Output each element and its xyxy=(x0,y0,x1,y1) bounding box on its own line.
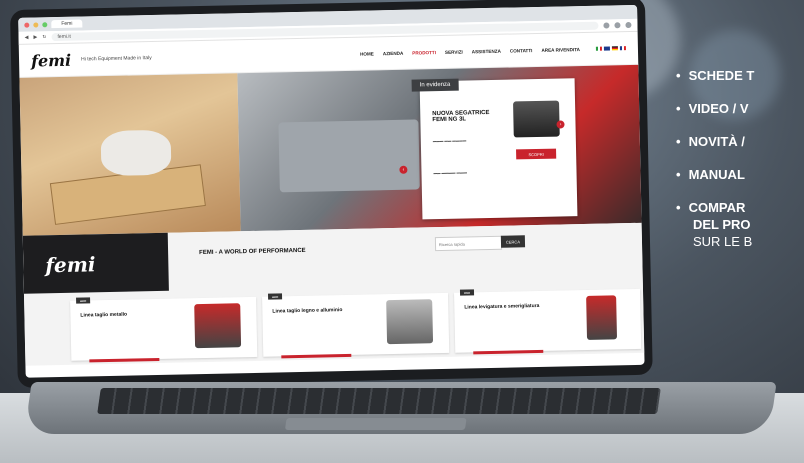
featured-product-button[interactable]: SCOPRI xyxy=(516,148,557,160)
feature-text: COMPAR xyxy=(688,200,746,215)
card-title: Linea taglio legno e alluminio xyxy=(272,307,343,315)
back-icon[interactable]: ◀ xyxy=(25,35,29,41)
card-title: Linea levigatura e smerigliatura xyxy=(464,302,540,311)
section-title: FEMI - A WORLD OF PERFORMANCE xyxy=(199,247,306,257)
featured-product-card: In evidenza NUOVA SEGATRICE FEMI NG 3L ▬… xyxy=(411,78,578,220)
nav-item-contatti[interactable]: CONTATTI xyxy=(510,48,533,53)
flag-en-icon[interactable] xyxy=(603,46,610,51)
card-accent-bar xyxy=(473,349,544,355)
card-image xyxy=(386,299,434,345)
card-image xyxy=(194,303,242,349)
feature-item-cont: SUR LE B xyxy=(676,234,754,249)
category-card-wood[interactable]: ▬▬ Linea taglio legno e alluminio xyxy=(262,292,450,359)
metal-machine xyxy=(278,119,420,193)
card-tag: ▬▬ xyxy=(267,293,283,300)
feature-item: • COMPAR xyxy=(676,200,746,215)
featured-product-image[interactable] xyxy=(513,100,560,138)
nav-item-area-rivendita[interactable]: AREA RIVENDITA xyxy=(541,47,580,53)
featured-product-desc: ▬▬▬ ▬▬ ▬▬▬▬ xyxy=(432,138,467,144)
window-close-icon[interactable] xyxy=(24,22,30,28)
window-minimize-icon[interactable] xyxy=(33,21,39,28)
site-tagline: Hi tech Equipment Made in Italy xyxy=(81,55,152,63)
feature-item-cont: DEL PRO xyxy=(676,217,754,232)
window-maximize-icon[interactable] xyxy=(42,21,48,27)
flag-fr-icon[interactable] xyxy=(619,46,626,51)
nav-item-home[interactable]: HOME xyxy=(360,51,374,56)
gloved-hand xyxy=(100,129,172,177)
main-nav: HOME AZIENDA PRODOTTI SERVIZI ASSISTENZA… xyxy=(360,47,580,57)
category-card-sanding[interactable]: ▬▬ Linea levigatura e smerigliatura xyxy=(454,288,642,355)
browser-tab[interactable]: Femi xyxy=(51,19,83,29)
card-image xyxy=(586,295,618,340)
feature-item: • MANUAL xyxy=(676,167,745,182)
feature-text: SCHEDE T xyxy=(688,68,755,83)
search-button[interactable]: CERCA xyxy=(500,235,526,248)
femi-logo[interactable]: femi xyxy=(31,50,71,70)
featured-product-note: ▬▬ ▬▬▬▬ ▬▬▬ xyxy=(433,170,467,176)
featured-label: In evidenza xyxy=(411,78,459,92)
laptop-base xyxy=(24,382,777,434)
feature-item: • NOVITÀ / xyxy=(676,134,745,149)
extension-icon[interactable] xyxy=(603,22,610,29)
brand-box: femi xyxy=(22,232,169,294)
search-input[interactable] xyxy=(434,235,503,252)
carousel-next-icon[interactable]: › xyxy=(556,120,565,129)
keyboard xyxy=(97,388,661,414)
flag-de-icon[interactable] xyxy=(611,46,618,51)
card-accent-bar xyxy=(281,353,352,359)
card-accent-bar xyxy=(89,357,160,363)
laptop-screen: Femi ◀ ▶ ↻ femi.it femi Hi tech Equipmen… xyxy=(18,4,645,378)
feature-text: MANUAL xyxy=(688,167,745,182)
reload-icon[interactable]: ↻ xyxy=(42,34,46,40)
forward-icon[interactable]: ▶ xyxy=(33,34,37,40)
trackpad xyxy=(284,418,467,430)
nav-item-azienda[interactable]: AZIENDA xyxy=(383,50,404,55)
nav-item-prodotti[interactable]: PRODOTTI xyxy=(412,50,436,55)
feature-text: SUR LE B xyxy=(693,234,753,249)
feature-text: DEL PRO xyxy=(693,217,751,232)
menu-icon[interactable] xyxy=(625,21,632,29)
card-tag: ▬▬ xyxy=(76,297,91,304)
flag-it-icon[interactable] xyxy=(595,46,602,51)
category-card-metal[interactable]: ▬▬ Linea taglio metallo xyxy=(70,296,258,363)
card-title: Linea taglio metallo xyxy=(80,311,128,319)
hero-banner: ‹ In evidenza NUOVA SEGATRICE FEMI NG 3L… xyxy=(19,64,642,236)
laptop-lid: Femi ◀ ▶ ↻ femi.it femi Hi tech Equipmen… xyxy=(10,0,653,388)
card-tag: ▬▬ xyxy=(459,289,475,296)
lower-section: femi FEMI - A WORLD OF PERFORMANCE CERCA… xyxy=(22,222,645,366)
femi-logo-white[interactable]: femi xyxy=(45,252,96,277)
nav-item-assistenza[interactable]: ASSISTENZA xyxy=(472,48,501,54)
profile-icon[interactable] xyxy=(614,22,621,29)
language-flags xyxy=(595,46,626,51)
featured-product-name[interactable]: NUOVA SEGATRICE FEMI NG 3L xyxy=(432,110,492,123)
feature-text: NOVITÀ / xyxy=(688,134,745,149)
feature-text: VIDEO / V xyxy=(688,101,749,116)
feature-item: • SCHEDE T xyxy=(676,68,755,83)
feature-list: • SCHEDE T • VIDEO / V • NOVITÀ / • MANUAL •… xyxy=(676,68,754,267)
feature-item: • VIDEO / V xyxy=(676,101,749,116)
hero-image-woodwork xyxy=(19,73,241,236)
nav-item-servizi[interactable]: SERVIZI xyxy=(445,49,463,54)
hero-image-metal-cutting: ‹ In evidenza NUOVA SEGATRICE FEMI NG 3L… xyxy=(237,64,642,232)
